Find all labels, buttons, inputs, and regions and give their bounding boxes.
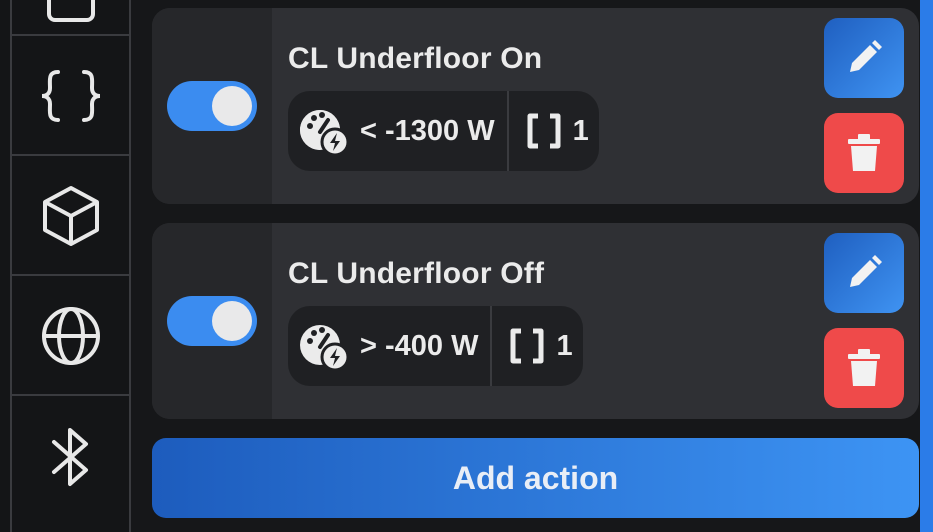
brackets-icon bbox=[527, 113, 561, 149]
rule-actions: 1 bbox=[492, 306, 582, 386]
scrollbar[interactable] bbox=[920, 0, 933, 532]
brackets-icon bbox=[510, 328, 544, 364]
app-root: CL Underfloor On < -1300 W 1 CL Underflo… bbox=[0, 0, 933, 532]
trash-icon bbox=[848, 349, 880, 386]
sidebar bbox=[0, 0, 131, 532]
rule-title: CL Underfloor On bbox=[288, 42, 543, 75]
rule-condition-text: < -1300 W bbox=[360, 114, 495, 147]
rule-title: CL Underfloor Off bbox=[288, 257, 545, 290]
rule-action-count: 1 bbox=[556, 329, 573, 362]
toggle-knob bbox=[212, 86, 252, 126]
rule-card: CL Underfloor Off > -400 W 1 bbox=[152, 223, 919, 419]
rule-condition: < -1300 W bbox=[288, 91, 509, 171]
power-meter-icon bbox=[300, 110, 350, 156]
rule-card: CL Underfloor On < -1300 W 1 bbox=[152, 8, 919, 204]
sidebar-item-components[interactable] bbox=[12, 158, 129, 276]
rule-actions: 1 bbox=[509, 91, 599, 171]
pencil-icon bbox=[850, 40, 882, 72]
edit-rule-button[interactable] bbox=[824, 18, 904, 98]
power-meter-icon bbox=[300, 325, 350, 371]
tablet-icon bbox=[46, 0, 95, 22]
rule-summary-pill: > -400 W 1 bbox=[288, 306, 583, 386]
add-action-button[interactable]: Add action bbox=[152, 438, 919, 518]
rule-enable-toggle[interactable] bbox=[167, 81, 257, 131]
rule-condition: > -400 W bbox=[288, 306, 493, 386]
rule-condition-text: > -400 W bbox=[360, 329, 479, 362]
delete-rule-button[interactable] bbox=[824, 113, 904, 193]
braces-icon bbox=[41, 70, 100, 122]
cube-icon bbox=[42, 186, 99, 246]
pencil-icon bbox=[850, 255, 882, 287]
globe-icon bbox=[41, 307, 100, 365]
sidebar-item-device[interactable] bbox=[12, 0, 129, 36]
main-panel: CL Underfloor On < -1300 W 1 CL Underflo… bbox=[131, 0, 933, 532]
bluetooth-icon bbox=[51, 428, 88, 486]
sidebar-item-scripts[interactable] bbox=[12, 38, 129, 156]
trash-icon bbox=[848, 134, 880, 171]
toggle-knob bbox=[212, 301, 252, 341]
delete-rule-button[interactable] bbox=[824, 328, 904, 408]
sidebar-item-bluetooth[interactable] bbox=[12, 398, 129, 516]
rule-action-count: 1 bbox=[572, 114, 589, 147]
rule-enable-toggle[interactable] bbox=[167, 296, 257, 346]
rule-summary-pill: < -1300 W 1 bbox=[288, 91, 599, 171]
edit-rule-button[interactable] bbox=[824, 233, 904, 313]
sidebar-item-network[interactable] bbox=[12, 278, 129, 396]
